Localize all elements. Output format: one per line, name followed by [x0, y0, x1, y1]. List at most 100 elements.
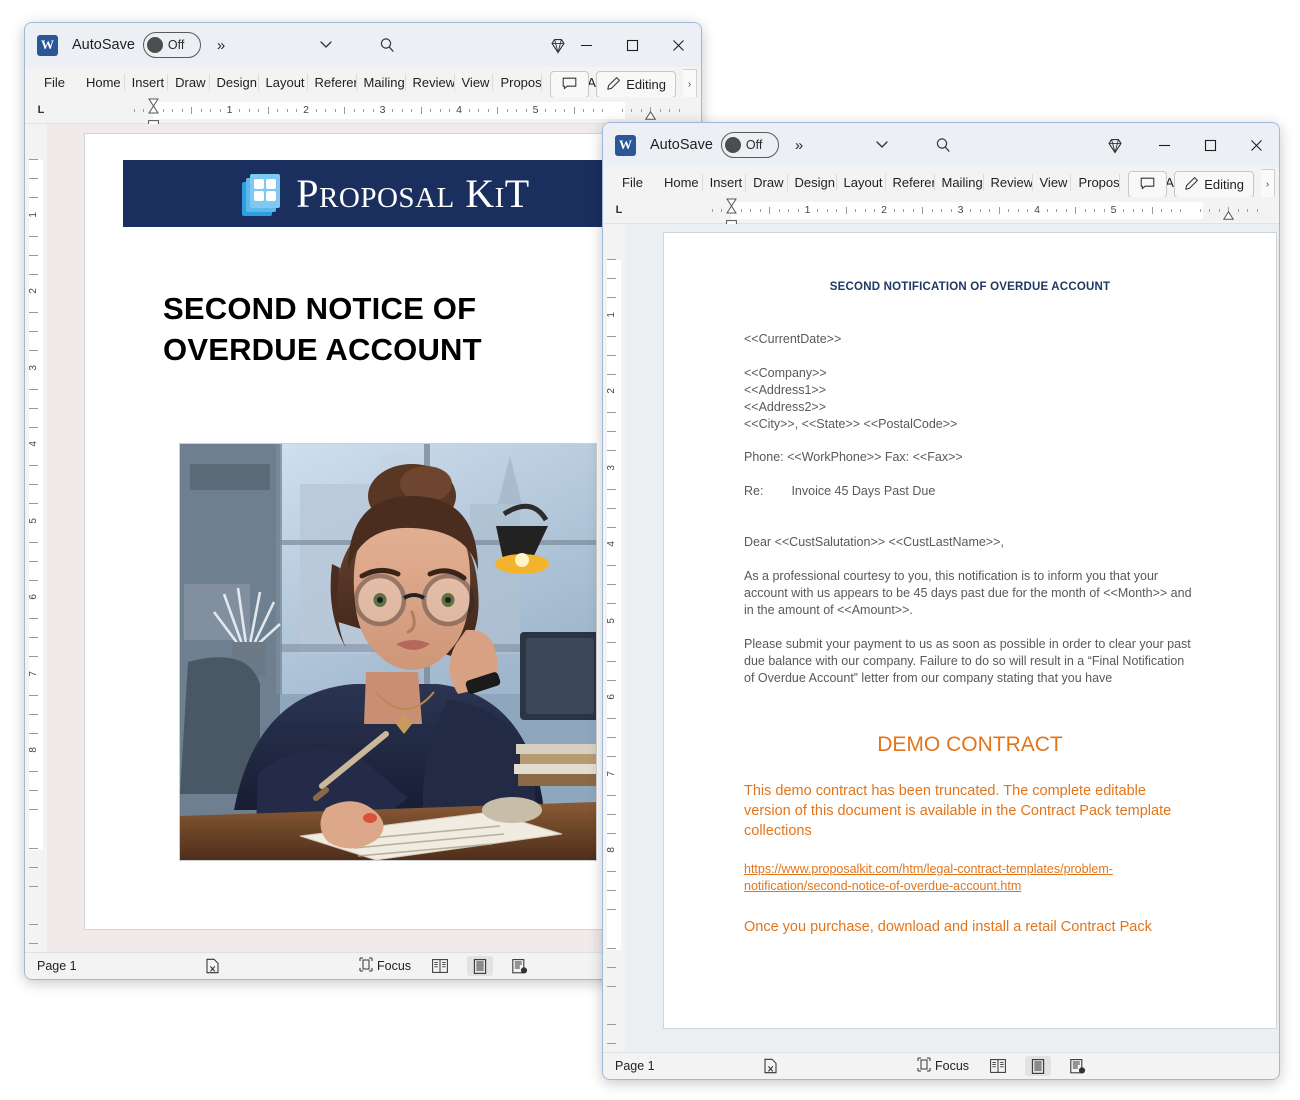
- ruler-tick: [29, 426, 38, 428]
- web-layout-button[interactable]: [1065, 1056, 1091, 1076]
- focus-mode-button[interactable]: Focus: [359, 957, 411, 975]
- close-button[interactable]: [655, 23, 701, 67]
- tab-review[interactable]: Review: [410, 73, 455, 91]
- tab-references[interactable]: References: [890, 173, 935, 191]
- tab-insert[interactable]: Insert: [129, 73, 169, 91]
- tab-stop-selector[interactable]: L: [25, 104, 57, 116]
- read-mode-button[interactable]: [427, 956, 453, 976]
- tab-home[interactable]: Home: [83, 73, 125, 91]
- tab-insert[interactable]: Insert: [707, 173, 747, 191]
- tab-file[interactable]: File: [41, 74, 69, 91]
- autosave-toggle[interactable]: Off: [720, 132, 779, 158]
- word-window-front[interactable]: W AutoSave Off » File Home Insert Draw D…: [602, 122, 1280, 1080]
- ruler-tick: [1218, 208, 1220, 212]
- tab-design[interactable]: Design: [214, 73, 259, 91]
- tab-stop-selector[interactable]: L: [603, 204, 635, 216]
- ruler-number: 8: [28, 747, 39, 753]
- right-indent-marker[interactable]: [1222, 207, 1234, 220]
- ruler-tick: [29, 943, 38, 945]
- ribbon-more-chevron-icon[interactable]: ›: [683, 69, 697, 100]
- tab-view[interactable]: View: [1037, 173, 1072, 191]
- read-mode-button[interactable]: [985, 1056, 1011, 1076]
- pencil-icon: [606, 76, 621, 94]
- web-layout-button[interactable]: [507, 956, 533, 976]
- print-layout-button[interactable]: [467, 956, 493, 976]
- ruler-tick: [778, 208, 780, 212]
- ribbon-tabs-front[interactable]: File Home Insert Draw Design Layout Refe…: [603, 167, 1279, 200]
- ruler-tick: [29, 159, 38, 161]
- tab-layout[interactable]: Layout: [263, 73, 308, 91]
- ruler-tick: [607, 565, 616, 567]
- brand-t: T: [504, 171, 530, 216]
- first-line-indent-marker[interactable]: [147, 98, 159, 113]
- ruler-tick: [219, 108, 221, 112]
- quick-access-overflow-icon[interactable]: »: [217, 37, 225, 54]
- accessibility-checker-icon[interactable]: [763, 1058, 778, 1074]
- ruler-tick: [1123, 208, 1125, 212]
- tab-view[interactable]: View: [459, 73, 494, 91]
- document-canvas-front[interactable]: SECOND NOTIFICATION OF OVERDUE ACCOUNT <…: [625, 224, 1279, 1052]
- ruler-tick: [1151, 206, 1153, 214]
- ribbon-tabs-back[interactable]: File Home Insert Draw Design Layout Refe…: [25, 67, 701, 100]
- ruler-number: 5: [532, 103, 539, 116]
- customize-quick-access-chevron-icon[interactable]: [874, 136, 890, 155]
- maximize-button[interactable]: [609, 23, 655, 67]
- quick-access-overflow-icon[interactable]: »: [795, 137, 803, 154]
- print-layout-button[interactable]: [1025, 1056, 1051, 1076]
- comments-button[interactable]: [1128, 171, 1168, 198]
- first-line-indent-marker[interactable]: [725, 198, 737, 213]
- search-icon[interactable]: [934, 136, 953, 160]
- editing-mode-button[interactable]: Editing: [596, 71, 676, 98]
- ruler-tick: [912, 208, 914, 212]
- ruler-tick: [1161, 208, 1163, 212]
- tab-draw[interactable]: Draw: [172, 73, 210, 91]
- editing-mode-button[interactable]: Editing: [1174, 171, 1254, 198]
- doc-demo-link[interactable]: https://www.proposalkit.com/htm/legal-co…: [744, 861, 1154, 895]
- tab-review[interactable]: Review: [988, 173, 1033, 191]
- ruler-tick: [1056, 208, 1058, 212]
- document-page-back[interactable]: PROPOSAL KIT SECOND NOTICE OF OVERDUE AC…: [84, 133, 646, 930]
- accessibility-checker-icon[interactable]: [205, 958, 220, 974]
- ruler-number: 4: [456, 103, 462, 116]
- autosave-toggle[interactable]: Off: [142, 32, 201, 58]
- horizontal-ruler-front[interactable]: L 1 2 3 4 5: [603, 197, 1279, 229]
- ruler-tick: [267, 106, 269, 114]
- tab-home[interactable]: Home: [661, 173, 703, 191]
- tab-mailings[interactable]: Mailings: [939, 173, 984, 191]
- vertical-ruler-back[interactable]: 1 2 3 4 5 6 7 8: [25, 124, 47, 952]
- vertical-ruler-front[interactable]: 1 2 3 4 5 6 7 8: [603, 224, 625, 1052]
- tab-proposal[interactable]: Proposal: [1075, 173, 1121, 191]
- search-icon[interactable]: [378, 36, 397, 60]
- ruler-tick: [363, 108, 365, 112]
- ruler-tick: [607, 507, 616, 509]
- minimize-button[interactable]: [1141, 123, 1187, 167]
- customize-quick-access-chevron-icon[interactable]: [318, 36, 334, 55]
- tab-proposal[interactable]: Proposal: [497, 73, 543, 91]
- close-button[interactable]: [1233, 123, 1279, 167]
- re-value: Invoice 45 Days Past Due: [791, 484, 936, 498]
- ruler-number: 1: [226, 103, 233, 116]
- focus-mode-button[interactable]: Focus: [917, 1057, 969, 1075]
- tab-references[interactable]: References: [312, 73, 357, 91]
- status-bar-front: Page 1 Focus: [603, 1052, 1279, 1079]
- page-number-status[interactable]: Page 1: [37, 959, 77, 973]
- right-indent-marker[interactable]: [644, 107, 656, 120]
- comments-button[interactable]: [550, 71, 590, 98]
- tab-file[interactable]: File: [619, 174, 647, 191]
- ruler-number: 4: [1034, 203, 1040, 216]
- ribbon-more-chevron-icon[interactable]: ›: [1261, 169, 1275, 200]
- tab-mailings[interactable]: Mailings: [361, 73, 406, 91]
- ruler-tick: [258, 108, 260, 112]
- page-number-status[interactable]: Page 1: [615, 1059, 655, 1073]
- document-page-front[interactable]: SECOND NOTIFICATION OF OVERDUE ACCOUNT <…: [663, 232, 1277, 1029]
- focus-label: Focus: [935, 1059, 970, 1073]
- minimize-button[interactable]: [563, 23, 609, 67]
- word-window-back[interactable]: W AutoSave Off » File Home Insert Draw D…: [24, 22, 702, 980]
- diamond-icon[interactable]: [1105, 136, 1125, 161]
- ruler-tick: [162, 108, 164, 112]
- tab-design[interactable]: Design: [792, 173, 837, 191]
- tab-layout[interactable]: Layout: [841, 173, 886, 191]
- horizontal-ruler-back[interactable]: L 1 2 3 4 5: [25, 97, 701, 129]
- tab-draw[interactable]: Draw: [750, 173, 788, 191]
- maximize-button[interactable]: [1187, 123, 1233, 167]
